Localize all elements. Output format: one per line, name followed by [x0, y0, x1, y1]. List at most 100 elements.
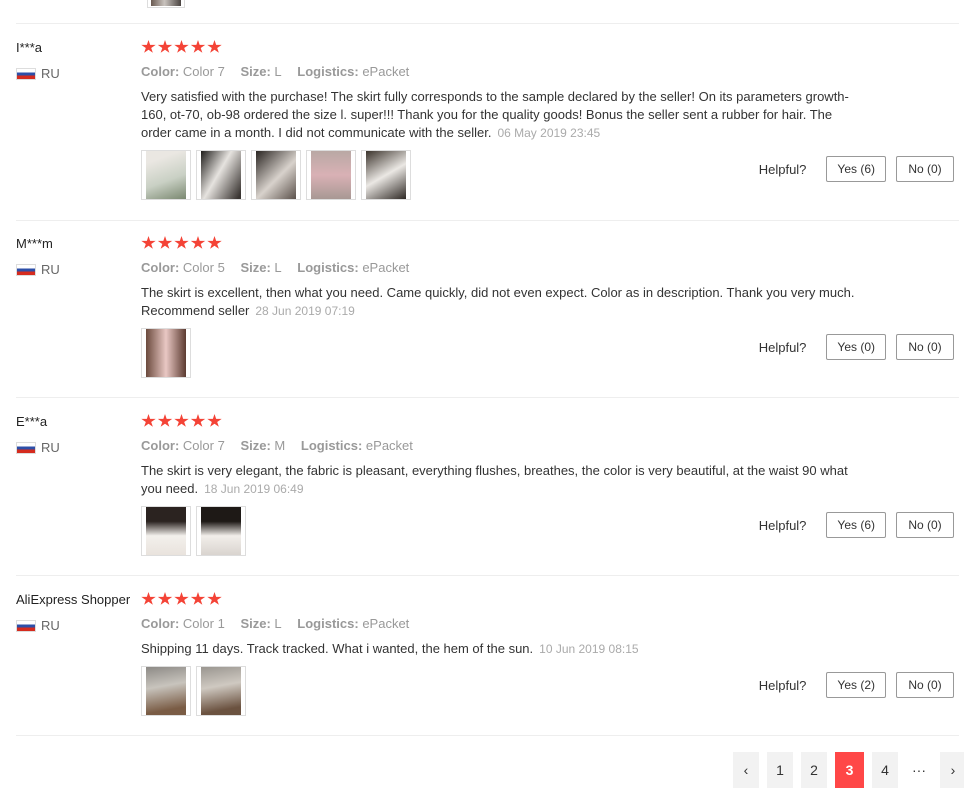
star-icon — [207, 236, 222, 249]
star-icon — [190, 592, 206, 605]
order-info: Color: Color 7 Size: L Logistics: ePacke… — [141, 64, 421, 79]
star-icon — [207, 414, 222, 427]
helpful-yes-button[interactable]: Yes (6) — [826, 156, 886, 182]
country-code: RU — [41, 66, 60, 81]
color-value: Color 1 — [182, 616, 225, 631]
page-4-button[interactable]: 4 — [872, 752, 898, 788]
review-photo-thumbnail[interactable] — [251, 150, 301, 200]
color-value: Color 5 — [182, 260, 225, 275]
star-icon — [207, 40, 222, 53]
review-photo-thumbnail[interactable] — [306, 150, 356, 200]
color-label: Color: — [141, 260, 180, 275]
helpful-vote: Helpful? Yes (6) No (0) — [759, 156, 954, 182]
next-page-button[interactable]: › — [940, 752, 964, 788]
review-photo-thumbnail[interactable] — [141, 150, 191, 200]
reviewer-country: RU — [16, 66, 60, 81]
page-2-button[interactable]: 2 — [801, 752, 827, 788]
star-icon — [190, 414, 206, 427]
helpful-vote: Helpful? Yes (0) No (0) — [759, 334, 954, 360]
size-value: L — [274, 616, 282, 631]
review-item: I***a RU Color: Color 7 Size: L Logistic… — [0, 24, 964, 221]
review-text: The skirt is very elegant, the fabric is… — [141, 462, 861, 498]
review-date: 06 May 2019 23:45 — [497, 126, 601, 140]
star-icon — [190, 40, 206, 53]
star-icon — [141, 236, 156, 249]
review-photos — [141, 150, 416, 200]
helpful-no-button[interactable]: No (0) — [896, 512, 954, 538]
review-body: Very satisfied with the purchase! The sk… — [141, 89, 849, 140]
color-label: Color: — [141, 438, 180, 453]
country-code: RU — [41, 618, 60, 633]
reviewer-country: RU — [16, 440, 60, 455]
star-icon — [190, 236, 206, 249]
review-date: 18 Jun 2019 06:49 — [204, 482, 304, 496]
divider — [16, 735, 959, 736]
helpful-vote: Helpful? Yes (6) No (0) — [759, 512, 954, 538]
order-info: Color: Color 5 Size: L Logistics: ePacke… — [141, 260, 421, 275]
size-label: Size: — [240, 260, 271, 275]
prev-page-button[interactable]: ‹ — [733, 752, 759, 788]
size-value: L — [274, 260, 282, 275]
star-icon — [157, 592, 173, 605]
logistics-label: Logistics: — [297, 64, 359, 79]
russia-flag-icon — [16, 619, 36, 632]
review-photo-thumbnail[interactable] — [361, 150, 411, 200]
russia-flag-icon — [16, 441, 36, 454]
review-photo-thumbnail[interactable] — [196, 150, 246, 200]
review-photo-thumbnail[interactable] — [141, 666, 191, 716]
helpful-yes-button[interactable]: Yes (2) — [826, 672, 886, 698]
helpful-no-button[interactable]: No (0) — [896, 672, 954, 698]
order-info: Color: Color 1 Size: L Logistics: ePacke… — [141, 616, 421, 631]
star-icon — [141, 40, 156, 53]
review-text: Very satisfied with the purchase! The sk… — [141, 88, 861, 142]
helpful-no-button[interactable]: No (0) — [896, 156, 954, 182]
logistics-value: ePacket — [362, 64, 410, 79]
reviewer-name: E***a — [16, 414, 48, 429]
star-rating — [141, 40, 224, 54]
star-icon — [174, 236, 189, 249]
size-label: Size: — [240, 438, 271, 453]
helpful-label: Helpful? — [758, 339, 807, 355]
order-info: Color: Color 7 Size: M Logistics: ePacke… — [141, 438, 425, 453]
star-icon — [157, 40, 173, 53]
color-label: Color: — [141, 64, 180, 79]
review-photo-thumbnail[interactable] — [147, 0, 185, 8]
review-photos — [141, 666, 251, 716]
pagination-ellipsis: ··· — [906, 752, 932, 788]
helpful-vote: Helpful? Yes (2) No (0) — [759, 672, 954, 698]
size-value: M — [274, 438, 286, 453]
helpful-yes-button[interactable]: Yes (6) — [826, 512, 886, 538]
star-icon — [174, 592, 189, 605]
star-rating — [141, 236, 224, 250]
review-item: M***m RU Color: Color 5 Size: L Logistic… — [0, 220, 964, 398]
helpful-yes-button[interactable]: Yes (0) — [826, 334, 886, 360]
logistics-value: ePacket — [365, 438, 413, 453]
review-body: Shipping 11 days. Track tracked. What i … — [141, 641, 534, 656]
color-value: Color 7 — [182, 438, 225, 453]
russia-flag-icon — [16, 263, 36, 276]
review-photos — [141, 506, 251, 556]
review-date: 28 Jun 2019 07:19 — [255, 304, 355, 318]
review-photo-thumbnail[interactable] — [196, 666, 246, 716]
helpful-no-button[interactable]: No (0) — [896, 334, 954, 360]
review-date: 10 Jun 2019 08:15 — [539, 642, 639, 656]
star-icon — [207, 592, 222, 605]
review-photo-thumbnail[interactable] — [196, 506, 246, 556]
review-photos — [141, 328, 196, 378]
review-text: The skirt is excellent, then what you ne… — [141, 284, 861, 320]
helpful-label: Helpful? — [758, 677, 807, 693]
star-rating — [141, 414, 224, 428]
review-body: The skirt is excellent, then what you ne… — [141, 285, 855, 318]
country-code: RU — [41, 440, 60, 455]
review-photo-thumbnail[interactable] — [141, 506, 191, 556]
page-1-button[interactable]: 1 — [767, 752, 793, 788]
russia-flag-icon — [16, 67, 36, 80]
star-icon — [157, 414, 173, 427]
size-label: Size: — [240, 64, 271, 79]
review-photo-thumbnail[interactable] — [141, 328, 191, 378]
reviewer-country: RU — [16, 262, 60, 277]
star-icon — [141, 414, 156, 427]
size-value: L — [274, 64, 282, 79]
star-icon — [174, 40, 189, 53]
page-3-button-current[interactable]: 3 — [835, 752, 864, 788]
